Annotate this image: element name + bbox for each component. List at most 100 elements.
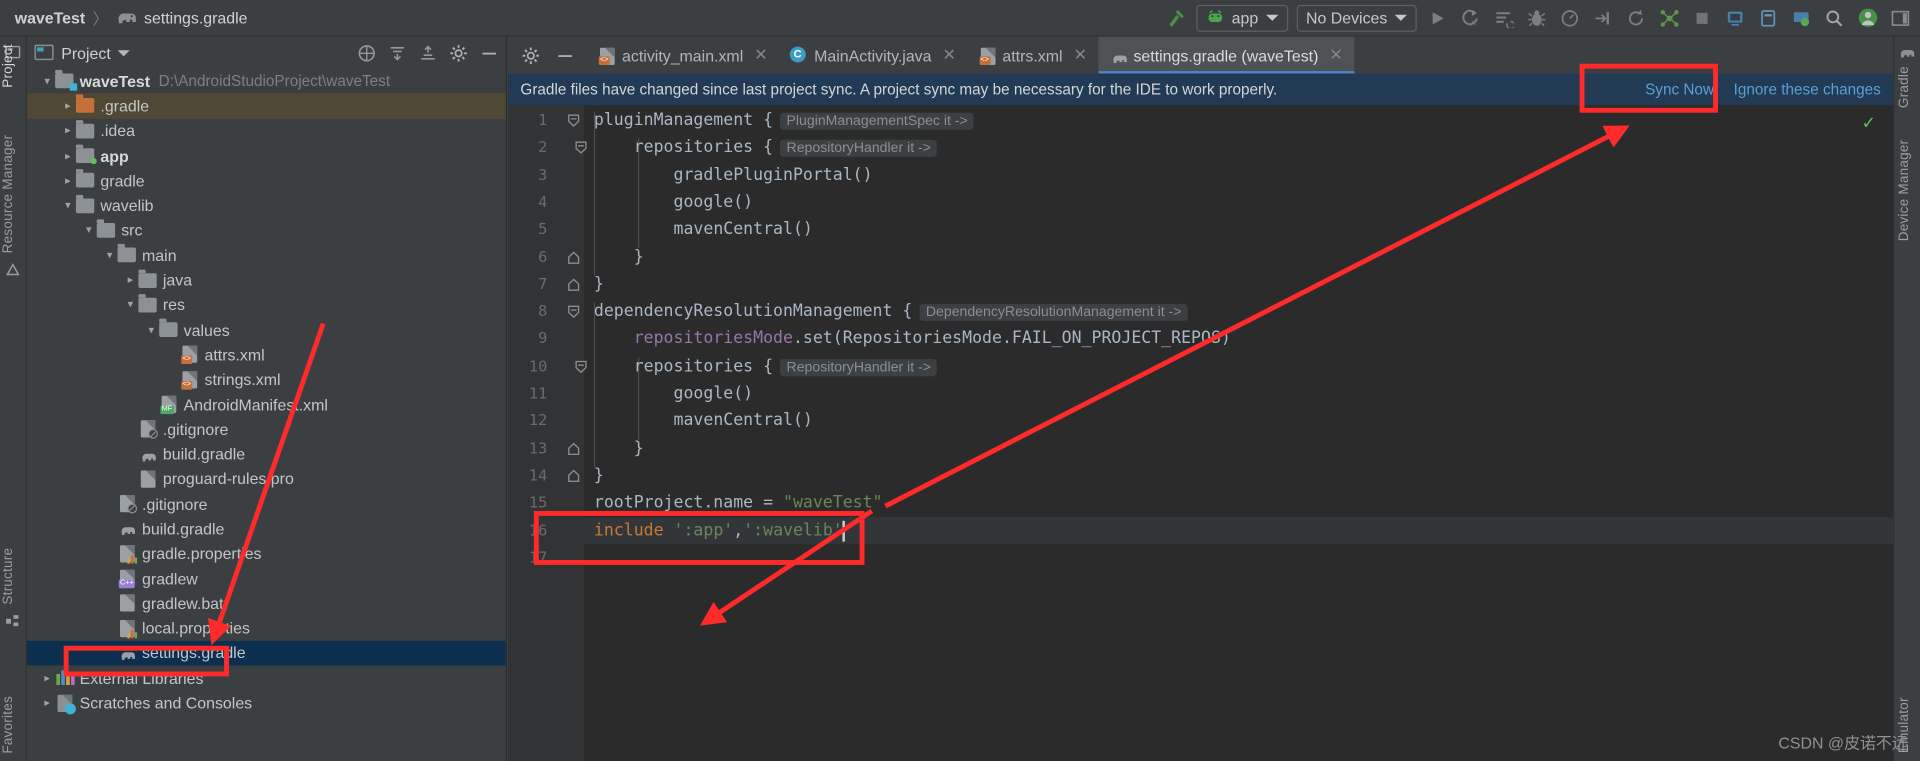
tree-row-src[interactable]: ▾ src bbox=[27, 218, 506, 243]
apply-changes-icon[interactable]: A bbox=[1458, 6, 1482, 31]
hide-panel-icon[interactable] bbox=[479, 43, 499, 63]
tree-row-external-libraries[interactable]: ▸ External Libraries bbox=[27, 666, 506, 691]
sidebar-item-structure[interactable]: Structure bbox=[1, 547, 16, 604]
tree-row-scratches-and-consoles[interactable]: ▸ Scratches and Consoles bbox=[27, 690, 506, 715]
tree-row-wavelib[interactable]: ▾ wavelib bbox=[27, 193, 506, 218]
ignore-changes-link[interactable]: Ignore these changes bbox=[1734, 81, 1881, 98]
tree-row-attrs-xml[interactable]: <> attrs.xml bbox=[27, 342, 506, 367]
editor-tab-mainactivity-java[interactable]: C MainActivity.java ✕ bbox=[779, 37, 967, 74]
chevron-down-icon[interactable]: ▾ bbox=[122, 298, 138, 311]
chevron-down-icon[interactable]: ▾ bbox=[81, 224, 97, 237]
chevron-down-icon[interactable] bbox=[118, 49, 131, 56]
tree-row-proguard-rules-pro[interactable]: proguard-rules.pro bbox=[27, 467, 506, 492]
code-line[interactable]: mavenCentral() bbox=[674, 407, 813, 434]
code-editor[interactable]: 1 2 3 4 5 6 7 8 9 10 11 12 13 14 15 16 17 pluginManageme… bbox=[508, 105, 1894, 761]
stop-square-icon[interactable] bbox=[1690, 6, 1714, 31]
chevron-right-icon[interactable]: ▸ bbox=[60, 99, 76, 112]
sidebar-item-project[interactable]: Project bbox=[1, 44, 16, 88]
chevron-right-icon[interactable]: ▸ bbox=[39, 696, 55, 709]
chevron-right-icon[interactable]: ▸ bbox=[60, 124, 76, 137]
chevron-right-icon[interactable]: ▸ bbox=[122, 273, 138, 286]
code-line[interactable]: mavenCentral() bbox=[674, 216, 813, 243]
fold-close-icon[interactable] bbox=[567, 469, 580, 482]
editor-tab-attrs-xml[interactable]: <> attrs.xml ✕ bbox=[967, 37, 1098, 74]
sync-now-link[interactable]: Sync Now bbox=[1645, 81, 1714, 98]
fold-close-icon[interactable] bbox=[567, 250, 580, 264]
build-hammer-icon[interactable] bbox=[1163, 6, 1187, 31]
sidebar-item-resource-manager[interactable]: Resource Manager bbox=[1, 135, 16, 254]
search-icon[interactable] bbox=[1822, 6, 1846, 31]
close-icon[interactable]: ✕ bbox=[943, 45, 956, 65]
chevron-down-icon[interactable]: ▾ bbox=[102, 248, 118, 261]
device-selector[interactable]: No Devices bbox=[1296, 4, 1417, 32]
tree-row--idea[interactable]: ▸ .idea bbox=[27, 118, 506, 143]
source-code[interactable]: pluginManagement {PluginManagementSpec i… bbox=[584, 105, 1894, 761]
tree-row-java[interactable]: ▸ java bbox=[27, 268, 506, 293]
code-line[interactable]: } bbox=[594, 462, 604, 489]
avd-manager-icon[interactable] bbox=[1723, 6, 1747, 31]
project-tree[interactable]: ▾ waveTest D:\AndroidStudioProject\waveTes… bbox=[26, 68, 506, 761]
code-line[interactable]: repositoriesMode.set(RepositoriesMode.FA… bbox=[634, 325, 1231, 352]
code-line[interactable]: pluginManagement {PluginManagementSpec i… bbox=[594, 107, 974, 136]
rerun-icon[interactable] bbox=[1624, 6, 1648, 31]
tree-row-res[interactable]: ▾ res bbox=[27, 292, 506, 317]
code-line[interactable]: dependencyResolutionManagement {Dependen… bbox=[594, 298, 1188, 327]
chevron-right-icon[interactable]: ▸ bbox=[39, 671, 55, 684]
tree-row-main[interactable]: ▾ main bbox=[27, 243, 506, 268]
fold-close-icon[interactable] bbox=[567, 442, 580, 455]
collapse-all-icon[interactable] bbox=[418, 43, 438, 63]
hide-panel-icon[interactable] bbox=[555, 45, 575, 65]
inspection-ok-checkmark-icon[interactable]: ✓ bbox=[1862, 113, 1876, 134]
tree-row-build-gradle[interactable]: build.gradle bbox=[27, 442, 506, 467]
close-icon[interactable]: ✕ bbox=[1329, 45, 1342, 65]
tree-row--gitignore[interactable]: .gitignore bbox=[27, 417, 506, 442]
code-line[interactable]: } bbox=[634, 243, 644, 270]
tree-row-settings-gradle[interactable]: settings.gradle bbox=[26, 640, 506, 666]
fold-close-icon[interactable] bbox=[567, 278, 580, 291]
layout-toggle-icon[interactable] bbox=[1888, 6, 1912, 31]
sidebar-item-gradle[interactable]: Gradle bbox=[1897, 66, 1912, 108]
fold-open-icon[interactable] bbox=[567, 305, 580, 319]
settings-gear-icon[interactable] bbox=[520, 45, 540, 65]
chevron-down-icon[interactable]: ▾ bbox=[60, 199, 76, 212]
avatar-icon[interactable] bbox=[1855, 6, 1879, 31]
tree-row--gitignore[interactable]: .gitignore bbox=[27, 491, 506, 516]
sidebar-item-favorites[interactable]: Favorites bbox=[1, 696, 16, 754]
fold-open-icon[interactable] bbox=[567, 114, 580, 127]
chevron-down-icon[interactable]: ▾ bbox=[143, 323, 159, 336]
line-number-gutter[interactable]: 1 2 3 4 5 6 7 8 9 10 11 12 13 14 15 16 17 bbox=[508, 105, 587, 761]
code-line[interactable]: repositories {RepositoryHandler it -> bbox=[634, 353, 938, 382]
code-line[interactable]: } bbox=[594, 271, 604, 298]
layout-inspector-icon[interactable] bbox=[1756, 6, 1780, 31]
run-configuration-selector[interactable]: app bbox=[1196, 4, 1288, 32]
device-explorer-icon[interactable] bbox=[1789, 6, 1813, 31]
code-line[interactable]: gradlePluginPortal() bbox=[674, 161, 873, 188]
sidebar-item-device-manager[interactable]: Device Manager bbox=[1897, 140, 1912, 242]
chevron-down-icon[interactable]: ▾ bbox=[39, 74, 55, 87]
sdk-manager-icon[interactable] bbox=[1657, 6, 1681, 31]
profiler-icon[interactable] bbox=[1558, 6, 1582, 31]
chevron-right-icon[interactable]: ▸ bbox=[60, 174, 76, 187]
bug-icon[interactable] bbox=[1525, 6, 1549, 31]
code-line[interactable]: rootProject.name = "waveTest" bbox=[594, 489, 883, 516]
tree-row-app[interactable]: ▸ app bbox=[27, 143, 506, 168]
close-icon[interactable]: ✕ bbox=[1074, 45, 1087, 65]
breadcrumb-project[interactable]: waveTest bbox=[15, 9, 86, 27]
tree-row-gradlew[interactable]: C++ gradlew bbox=[27, 566, 506, 591]
code-line[interactable]: } bbox=[634, 435, 644, 462]
select-opened-file-icon[interactable] bbox=[356, 43, 376, 63]
close-icon[interactable]: ✕ bbox=[754, 45, 767, 65]
attach-debugger-icon[interactable] bbox=[1591, 6, 1615, 31]
code-line[interactable]: repositories {RepositoryHandler it -> bbox=[634, 134, 938, 163]
tree-row--gradle[interactable]: ▸ .gradle bbox=[26, 93, 506, 119]
tree-row-gradle[interactable]: ▸ gradle bbox=[27, 168, 506, 193]
code-line[interactable]: google() bbox=[674, 189, 754, 216]
expand-all-icon[interactable] bbox=[387, 43, 407, 63]
code-line[interactable]: google() bbox=[674, 380, 754, 407]
tree-row-gradlew-bat[interactable]: gradlew.bat bbox=[27, 591, 506, 616]
chevron-right-icon[interactable]: ▸ bbox=[60, 149, 76, 162]
breadcrumb-file[interactable]: settings.gradle bbox=[144, 9, 248, 27]
tree-row-build-gradle[interactable]: build.gradle bbox=[27, 516, 506, 541]
editor-tab-settings-gradle[interactable]: settings.gradle (waveTest) ✕ bbox=[1097, 36, 1354, 74]
tree-row-values[interactable]: ▾ values bbox=[27, 317, 506, 342]
